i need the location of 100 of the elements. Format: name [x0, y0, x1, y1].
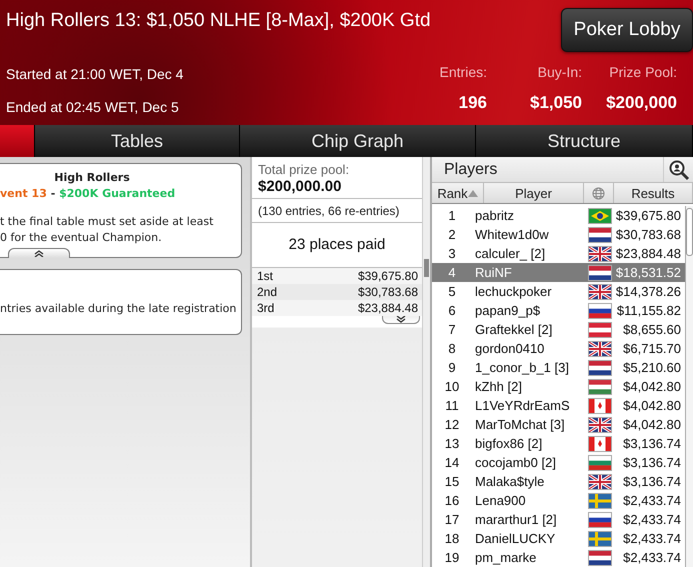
flag-icon	[588, 454, 612, 470]
player-row[interactable]: 19 pm_marke $2,433.74	[432, 548, 685, 567]
player-rank: 7	[447, 322, 457, 337]
payout-amount: $39,675.80	[358, 269, 418, 283]
player-rank: 16	[444, 493, 460, 508]
player-name: bigfox86 [2]	[474, 436, 544, 451]
stat-label: Buy-In:	[538, 64, 582, 82]
player-row[interactable]: 5 lechuckpoker $14,378.26	[432, 282, 685, 301]
player-name: cocojamb0 [2]	[474, 455, 557, 470]
player-name: gordon0410	[474, 341, 546, 356]
flag-icon	[588, 436, 612, 452]
player-row[interactable]: 6 papan9_p$ $11,155.82	[432, 301, 685, 320]
payout-place: 3rd	[257, 301, 274, 315]
player-result: $5,210.60	[622, 360, 682, 375]
stat-value: $200,000	[606, 92, 677, 114]
player-result: $3,136.74	[622, 455, 682, 470]
player-row[interactable]: 2 Whitew1d0w $30,783.68	[432, 225, 685, 244]
column-header[interactable]: Results	[614, 183, 693, 203]
player-rank: 10	[444, 379, 460, 394]
stat-value: $1,050	[530, 92, 582, 114]
player-rank: 5	[447, 284, 457, 299]
player-result: $14,378.26	[614, 284, 682, 299]
player-name: L1VeYRdrEamS	[474, 398, 571, 413]
column-header[interactable]: Player	[484, 183, 584, 203]
player-row[interactable]: 15 Malaka$tyle $3,136.74	[432, 472, 685, 491]
player-row[interactable]: 14 cocojamb0 [2] $3,136.74	[432, 453, 685, 472]
player-name: calculer_ [2]	[474, 246, 546, 261]
flag-icon	[588, 492, 612, 508]
player-rank: 11	[444, 398, 460, 413]
payout-place: 2nd	[257, 285, 278, 299]
expand-button[interactable]	[382, 316, 420, 324]
player-row[interactable]: 1 pabritz $39,675.80	[432, 206, 685, 225]
prize-pool-label: Total prize pool:	[258, 162, 350, 177]
tab[interactable]	[0, 125, 35, 157]
poker-lobby-button[interactable]: Poker Lobby	[561, 8, 693, 52]
flag-icon	[588, 208, 612, 224]
player-row[interactable]: 3 calculer_ [2] $23,884.48	[432, 244, 685, 263]
player-row[interactable]: 4 RuiNF $18,531.52	[432, 263, 685, 282]
payout-amount: $30,783.68	[358, 285, 418, 299]
player-row[interactable]: 13 bigfox86 [2] $3,136.74	[432, 434, 685, 453]
player-rank: 13	[444, 436, 460, 451]
scrollbar[interactable]	[685, 206, 693, 567]
player-rank: 4	[447, 265, 457, 280]
player-result: $6,715.70	[622, 341, 682, 356]
tab[interactable]: Tables	[35, 125, 240, 157]
flag-icon	[588, 284, 612, 300]
collapse-button[interactable]	[8, 248, 70, 258]
player-result: $3,136.74	[622, 436, 682, 451]
player-name: pabritz	[474, 208, 516, 223]
places-paid: 23 places paid	[288, 235, 386, 255]
tab[interactable]: Structure	[476, 125, 693, 157]
flag-icon	[588, 550, 612, 566]
column-header[interactable]: Rank	[432, 183, 484, 203]
player-result: $30,783.68	[614, 227, 682, 242]
flag-icon	[588, 246, 612, 262]
player-row[interactable]: 7 Graftekkel [2] $8,655.60	[432, 320, 685, 339]
player-row[interactable]: 17 mararthur1 [2] $2,433.74	[432, 510, 685, 529]
scrollbar[interactable]	[422, 157, 430, 567]
tab[interactable]: Chip Graph	[240, 125, 476, 157]
player-name: 1_conor_b_1 [3]	[474, 360, 570, 375]
payout-place: 1st	[257, 269, 274, 283]
player-name: Graftekkel [2]	[474, 322, 554, 337]
player-name: Whitew1d0w	[474, 227, 550, 242]
player-result: $3,136.74	[622, 474, 682, 489]
payout-amount: $23,884.48	[358, 301, 418, 315]
player-rank: 9	[447, 360, 457, 375]
player-rank: 6	[447, 303, 457, 318]
player-row[interactable]: 9 1_conor_b_1 [3] $5,210.60	[432, 358, 685, 377]
late-registration-text: ntries available during the late registration	[0, 301, 238, 317]
player-rank: 12	[444, 417, 460, 432]
player-row[interactable]: 16 Lena900 $2,433.74	[432, 491, 685, 510]
player-result: $4,042.80	[622, 417, 682, 432]
flag-icon	[588, 416, 612, 432]
player-row[interactable]: 11 L1VeYRdrEamS $4,042.80	[432, 396, 685, 415]
sort-ascending-icon	[468, 190, 478, 196]
player-name: DanielLUCKY	[474, 531, 556, 546]
player-result: $4,042.80	[622, 379, 682, 394]
player-rank: 3	[447, 246, 457, 261]
player-name: Malaka$tyle	[474, 474, 546, 489]
start-time: Started at 21:00 WET, Dec 4	[6, 66, 184, 82]
player-row[interactable]: 10 kZhh [2] $4,042.80	[432, 377, 685, 396]
player-row[interactable]: 12 MarToMchat [3] $4,042.80	[432, 415, 685, 434]
flag-icon	[588, 378, 612, 394]
event-name: High Rollers	[53, 171, 131, 184]
search-icon	[668, 158, 690, 180]
player-rank: 19	[444, 550, 460, 565]
stat-label: Prize Pool:	[609, 64, 677, 82]
player-rank: 2	[447, 227, 457, 242]
player-name: pm_marke	[474, 550, 538, 565]
tournament-title: High Rollers 13: $1,050 NLHE [8-Max], $200K Gtd	[6, 10, 431, 32]
player-row[interactable]: 18 DanielLUCKY $2,433.74	[432, 529, 685, 548]
flag-icon	[588, 512, 612, 528]
player-result: $39,675.80	[614, 208, 682, 223]
player-rank: 18	[444, 531, 460, 546]
player-name: Lena900	[474, 493, 527, 508]
player-rank: 17	[444, 512, 460, 527]
player-name: kZhh [2]	[474, 379, 523, 394]
player-row[interactable]: 8 gordon0410 $6,715.70	[432, 339, 685, 358]
player-result: $2,433.74	[622, 531, 682, 546]
player-result: $23,884.48	[614, 246, 682, 261]
